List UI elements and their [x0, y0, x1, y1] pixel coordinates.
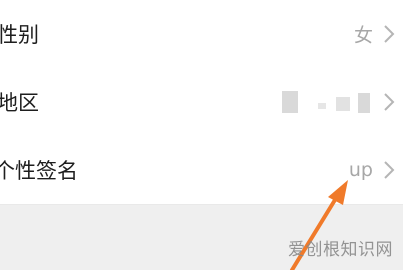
- region-row[interactable]: 地区: [0, 68, 403, 137]
- gender-label: 性别: [0, 23, 39, 47]
- signature-row[interactable]: 个性签名 up: [0, 136, 403, 205]
- signature-label: 个性签名: [0, 159, 78, 183]
- gender-value: 女: [353, 24, 373, 47]
- chevron-right-icon: [384, 25, 395, 43]
- chevron-right-icon: [384, 161, 395, 179]
- region-value-blurred: [282, 91, 370, 113]
- chevron-right-icon: [384, 93, 395, 111]
- gender-row[interactable]: 性别 女: [0, 0, 403, 69]
- region-label: 地区: [0, 91, 39, 115]
- watermark-text: 爱创根知识网: [288, 240, 393, 260]
- signature-value: up: [348, 159, 373, 181]
- profile-settings-screen: 性别 女 地区 个性签名 up 爱创根知识网: [0, 0, 403, 270]
